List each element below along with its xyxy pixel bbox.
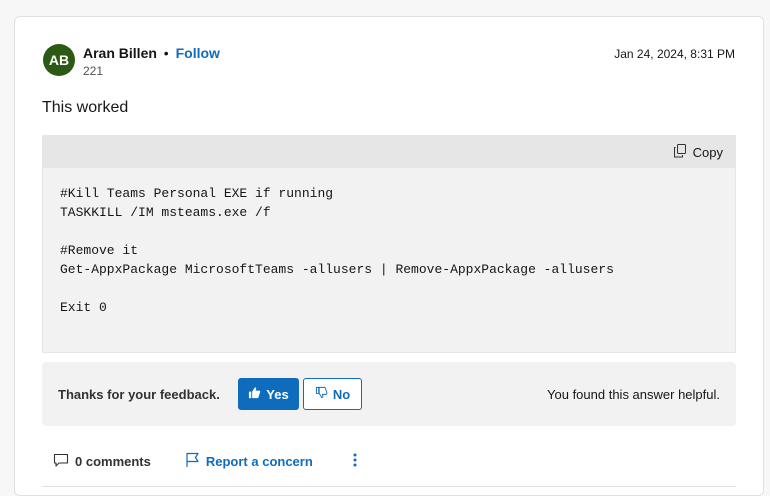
comment-icon <box>53 452 69 471</box>
thumbs-down-icon <box>315 386 328 402</box>
feedback-label: Thanks for your feedback. <box>58 387 220 402</box>
copy-icon <box>673 143 687 161</box>
thumbs-up-icon <box>248 386 261 402</box>
code-block-header: Copy <box>43 136 735 168</box>
avatar[interactable]: AB <box>43 44 75 76</box>
author-separator: • <box>163 45 169 61</box>
flag-icon <box>185 452 200 471</box>
follow-link[interactable]: Follow <box>176 45 220 61</box>
report-concern-button[interactable]: Report a concern <box>185 452 313 471</box>
answer-card: AB Aran Billen • Follow 221 Jan 24, 2024… <box>14 16 764 496</box>
copy-button[interactable]: Copy <box>673 143 723 161</box>
more-options-button[interactable] <box>347 453 363 470</box>
footer-divider <box>42 486 736 487</box>
yes-label: Yes <box>266 386 289 402</box>
feedback-bar: Thanks for your feedback. Yes No You fou… <box>42 362 736 426</box>
comments-label: 0 comments <box>75 453 151 469</box>
no-label: No <box>332 386 351 402</box>
report-label: Report a concern <box>205 453 313 469</box>
copy-label: Copy <box>692 144 723 160</box>
code-block: Copy #Kill Teams Personal EXE if running… <box>42 135 736 353</box>
answer-text: This worked <box>42 99 129 116</box>
comments-button[interactable]: 0 comments <box>53 452 151 471</box>
no-button[interactable]: No <box>303 378 362 410</box>
author-reputation: 221 <box>83 64 104 78</box>
yes-button[interactable]: Yes <box>238 378 299 410</box>
author-line: Aran Billen • Follow <box>83 45 220 61</box>
feedback-status: You found this answer helpful. <box>547 387 720 402</box>
more-vertical-icon <box>353 453 357 470</box>
code-content: #Kill Teams Personal EXE if running TASK… <box>60 186 614 315</box>
answer-actions: 0 comments Report a concern <box>53 451 363 471</box>
author-name[interactable]: Aran Billen <box>83 45 157 61</box>
post-date: Jan 24, 2024, 8:31 PM <box>614 47 735 61</box>
